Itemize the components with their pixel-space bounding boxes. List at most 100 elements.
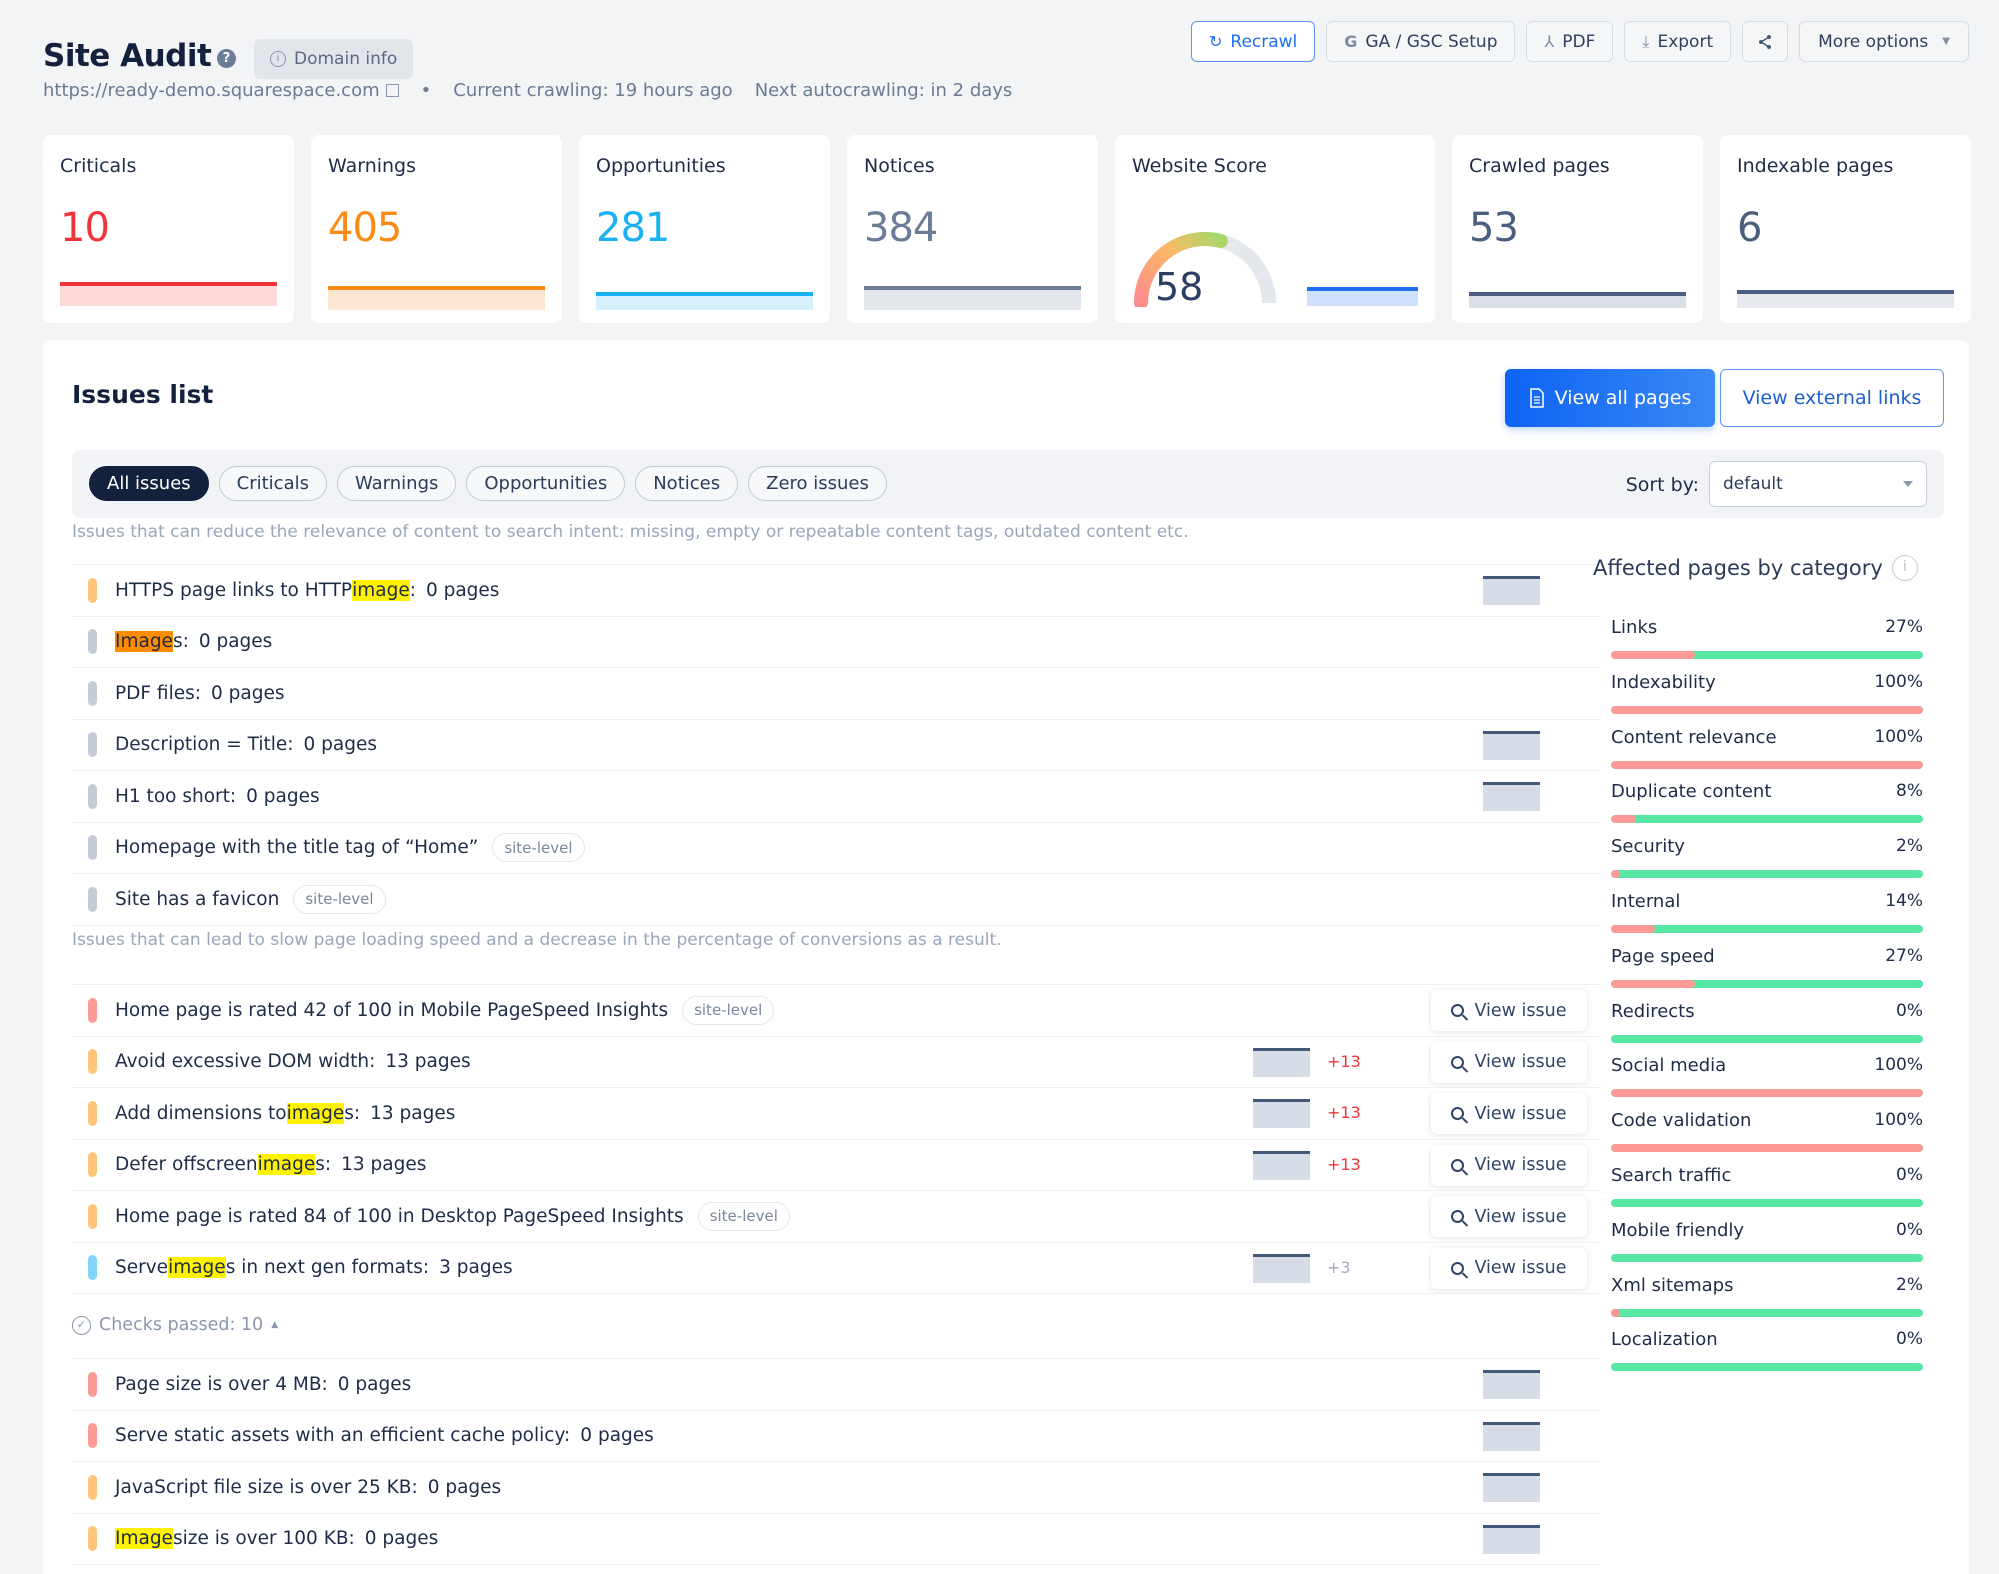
category-percent: 0% (1896, 1165, 1923, 1185)
issue-title[interactable]: Serve image s in next gen formats: 3 pages (115, 1257, 513, 1279)
view-all-pages-label: View all pages (1554, 387, 1692, 409)
issue-title[interactable]: Add dimensions to image s: 13 pages (115, 1102, 455, 1124)
issue-title[interactable]: Serve static assets with an efficient ca… (115, 1425, 654, 1446)
card-website-score[interactable]: Website Score 58 (1115, 135, 1435, 323)
view-issue-label: View issue (1474, 1155, 1567, 1175)
card-opportunities[interactable]: Opportunities 281 (579, 135, 830, 323)
category-item[interactable]: Search traffic 0% (1611, 1165, 1923, 1220)
issue-row[interactable]: HTTPS page links to HTTP image:0 pages (72, 564, 1602, 616)
category-item[interactable]: Localization 0% (1611, 1329, 1923, 1384)
card-notices[interactable]: Notices 384 (847, 135, 1098, 323)
issue-row[interactable]: Page size is over 4 MB: 0 pages (72, 1358, 1602, 1410)
view-issue-button[interactable]: View issue (1431, 1196, 1587, 1237)
issue-row[interactable]: Serve static assets with an efficient ca… (72, 1409, 1602, 1462)
issue-title[interactable]: Image size is over 100 KB: 0 pages (115, 1528, 438, 1550)
view-issue-label: View issue (1474, 1258, 1567, 1278)
issue-row[interactable]: Avoid excessive DOM width: 13 pages +13 Vie… (72, 1035, 1602, 1088)
issue-text: PDF files: (115, 682, 201, 704)
category-item[interactable]: Security 2% (1611, 836, 1923, 891)
category-item[interactable]: Page speed 27% (1611, 946, 1923, 1001)
view-issue-button[interactable]: View issue (1431, 1093, 1587, 1134)
info-icon[interactable]: i (1891, 555, 1918, 581)
issue-row[interactable]: Site has a favicon site-level (72, 873, 1602, 925)
view-issue-button[interactable]: View issue (1431, 1144, 1587, 1186)
issue-title[interactable]: JavaScript file size is over 25 KB: 0 pag… (115, 1477, 501, 1498)
issue-title[interactable]: PDF files: 0 pages (115, 683, 284, 704)
issue-row[interactable]: H1 too short: 0 pages (72, 770, 1602, 822)
issue-title[interactable]: HTTPS page links to HTTP image:0 pages (115, 579, 499, 601)
filter-warnings[interactable]: Warnings (337, 466, 457, 501)
issue-row[interactable]: Homepage with the title tag of “Home” sit… (72, 821, 1602, 874)
help-icon[interactable]: ? (217, 49, 236, 68)
category-name: Social media (1611, 1055, 1727, 1077)
category-bar-affected (1611, 870, 1621, 879)
issue-row[interactable]: Defer offscreen image s: 13 pages +13 View i… (72, 1138, 1602, 1191)
issue-title[interactable]: Page size is over 4 MB: 0 pages (115, 1374, 411, 1395)
checks-passed-toggle[interactable]: ✓ Checks passed: 10 ▲ (72, 1315, 278, 1335)
issue-title[interactable]: Defer offscreen image s: 13 pages (115, 1154, 426, 1176)
issue-row[interactable]: Image s: 0 pages (72, 615, 1602, 668)
trend-sparkline (1253, 1150, 1310, 1180)
card-crawled-pages[interactable]: Crawled pages 53 (1452, 135, 1703, 323)
issue-row[interactable]: Image size is over 100 KB: 0 pages (72, 1512, 1602, 1565)
issue-row[interactable]: Home page is rated 84 of 100 in Desktop … (72, 1190, 1602, 1242)
filter-zero-issues[interactable]: Zero issues (748, 466, 887, 501)
export-button[interactable]: ⤓ Export (1624, 21, 1732, 62)
view-issue-button[interactable]: View issue (1431, 990, 1587, 1031)
category-item[interactable]: Xml sitemaps 2% (1611, 1275, 1923, 1330)
site-url-link[interactable]: https://ready-demo.squarespace.com (43, 80, 399, 101)
view-external-links-button[interactable]: View external links (1720, 369, 1944, 427)
trend-sparkline (1483, 1370, 1540, 1399)
category-item[interactable]: Links 27% (1611, 617, 1923, 672)
category-item[interactable]: Social media 100% (1611, 1055, 1923, 1110)
search-icon (1451, 1158, 1465, 1172)
filter-all-issues[interactable]: All issues (89, 466, 209, 501)
issue-title[interactable]: Image s: 0 pages (115, 631, 272, 653)
category-item[interactable]: Content relevance 100% (1611, 727, 1923, 782)
trend-bar (864, 286, 1081, 310)
view-issue-button[interactable]: View issue (1431, 1041, 1587, 1083)
issue-row[interactable]: Description = Title: 0 pages (72, 718, 1602, 771)
pdf-button[interactable]: ⅄ PDF (1526, 21, 1614, 62)
header-actions: ↻ Recrawl G GA / GSC Setup ⅄ PDF ⤓ Export Mo… (1190, 21, 1969, 62)
category-item[interactable]: Mobile friendly 0% (1611, 1220, 1923, 1275)
view-issue-button[interactable]: View issue (1431, 1247, 1587, 1289)
issue-title[interactable]: H1 too short: 0 pages (115, 786, 320, 807)
category-item[interactable]: Duplicate content 8% (1611, 781, 1923, 836)
card-indexable-pages[interactable]: Indexable pages 6 (1720, 135, 1971, 323)
issue-row[interactable]: Add dimensions to image s: 13 pages +13 View… (72, 1087, 1602, 1139)
sort-select[interactable]: default (1709, 461, 1927, 507)
recrawl-button[interactable]: ↻ Recrawl (1190, 21, 1316, 62)
issue-title[interactable]: Homepage with the title tag of “Home” sit… (115, 833, 585, 863)
card-criticals[interactable]: Criticals 10 (43, 135, 294, 323)
issue-title[interactable]: Home page is rated 84 of 100 in Desktop … (115, 1201, 790, 1231)
issue-row[interactable]: Serve image s in next gen formats: 3 pages… (72, 1241, 1602, 1294)
site-url[interactable]: https://ready-demo.squarespace.com (43, 80, 380, 101)
category-name: Page speed (1611, 945, 1715, 967)
filter-notices[interactable]: Notices (635, 466, 739, 501)
filter-criticals[interactable]: Criticals (218, 466, 327, 501)
issue-row[interactable]: Home page is rated 42 of 100 in Mobile P… (72, 984, 1602, 1036)
issue-row[interactable]: JavaScript file size is over 25 KB: 0 pag… (72, 1461, 1602, 1513)
category-item[interactable]: Internal 14% (1611, 891, 1923, 946)
view-all-pages-button[interactable]: View all pages (1505, 369, 1715, 427)
category-item[interactable]: Indexability 100% (1611, 672, 1923, 727)
issue-row[interactable]: PDF files: 0 pages (72, 667, 1602, 719)
category-item[interactable]: Code validation 100% (1611, 1110, 1923, 1165)
search-highlight: image (168, 1257, 226, 1279)
share-button[interactable] (1742, 21, 1789, 62)
issue-text: Home page is rated 42 of 100 in Mobile P… (115, 999, 669, 1021)
more-options-button[interactable]: More options ▼ (1799, 21, 1969, 62)
filter-opportunities[interactable]: Opportunities (466, 466, 626, 501)
issue-title[interactable]: Description = Title: 0 pages (115, 734, 377, 755)
external-link-icon[interactable] (385, 84, 399, 97)
card-warnings[interactable]: Warnings 405 (311, 135, 562, 323)
issue-title[interactable]: Home page is rated 42 of 100 in Mobile P… (115, 995, 775, 1025)
issue-title[interactable]: Avoid excessive DOM width: 13 pages (115, 1051, 471, 1072)
issue-title[interactable]: Site has a favicon site-level (115, 884, 386, 914)
ga-gsc-setup-button[interactable]: G GA / GSC Setup (1326, 21, 1516, 62)
category-percent: 0% (1896, 1329, 1923, 1350)
category-item[interactable]: Redirects 0% (1611, 1001, 1923, 1056)
domain-info-button[interactable]: i Domain info (254, 39, 414, 79)
issue-page-count: 0 pages (210, 682, 285, 704)
